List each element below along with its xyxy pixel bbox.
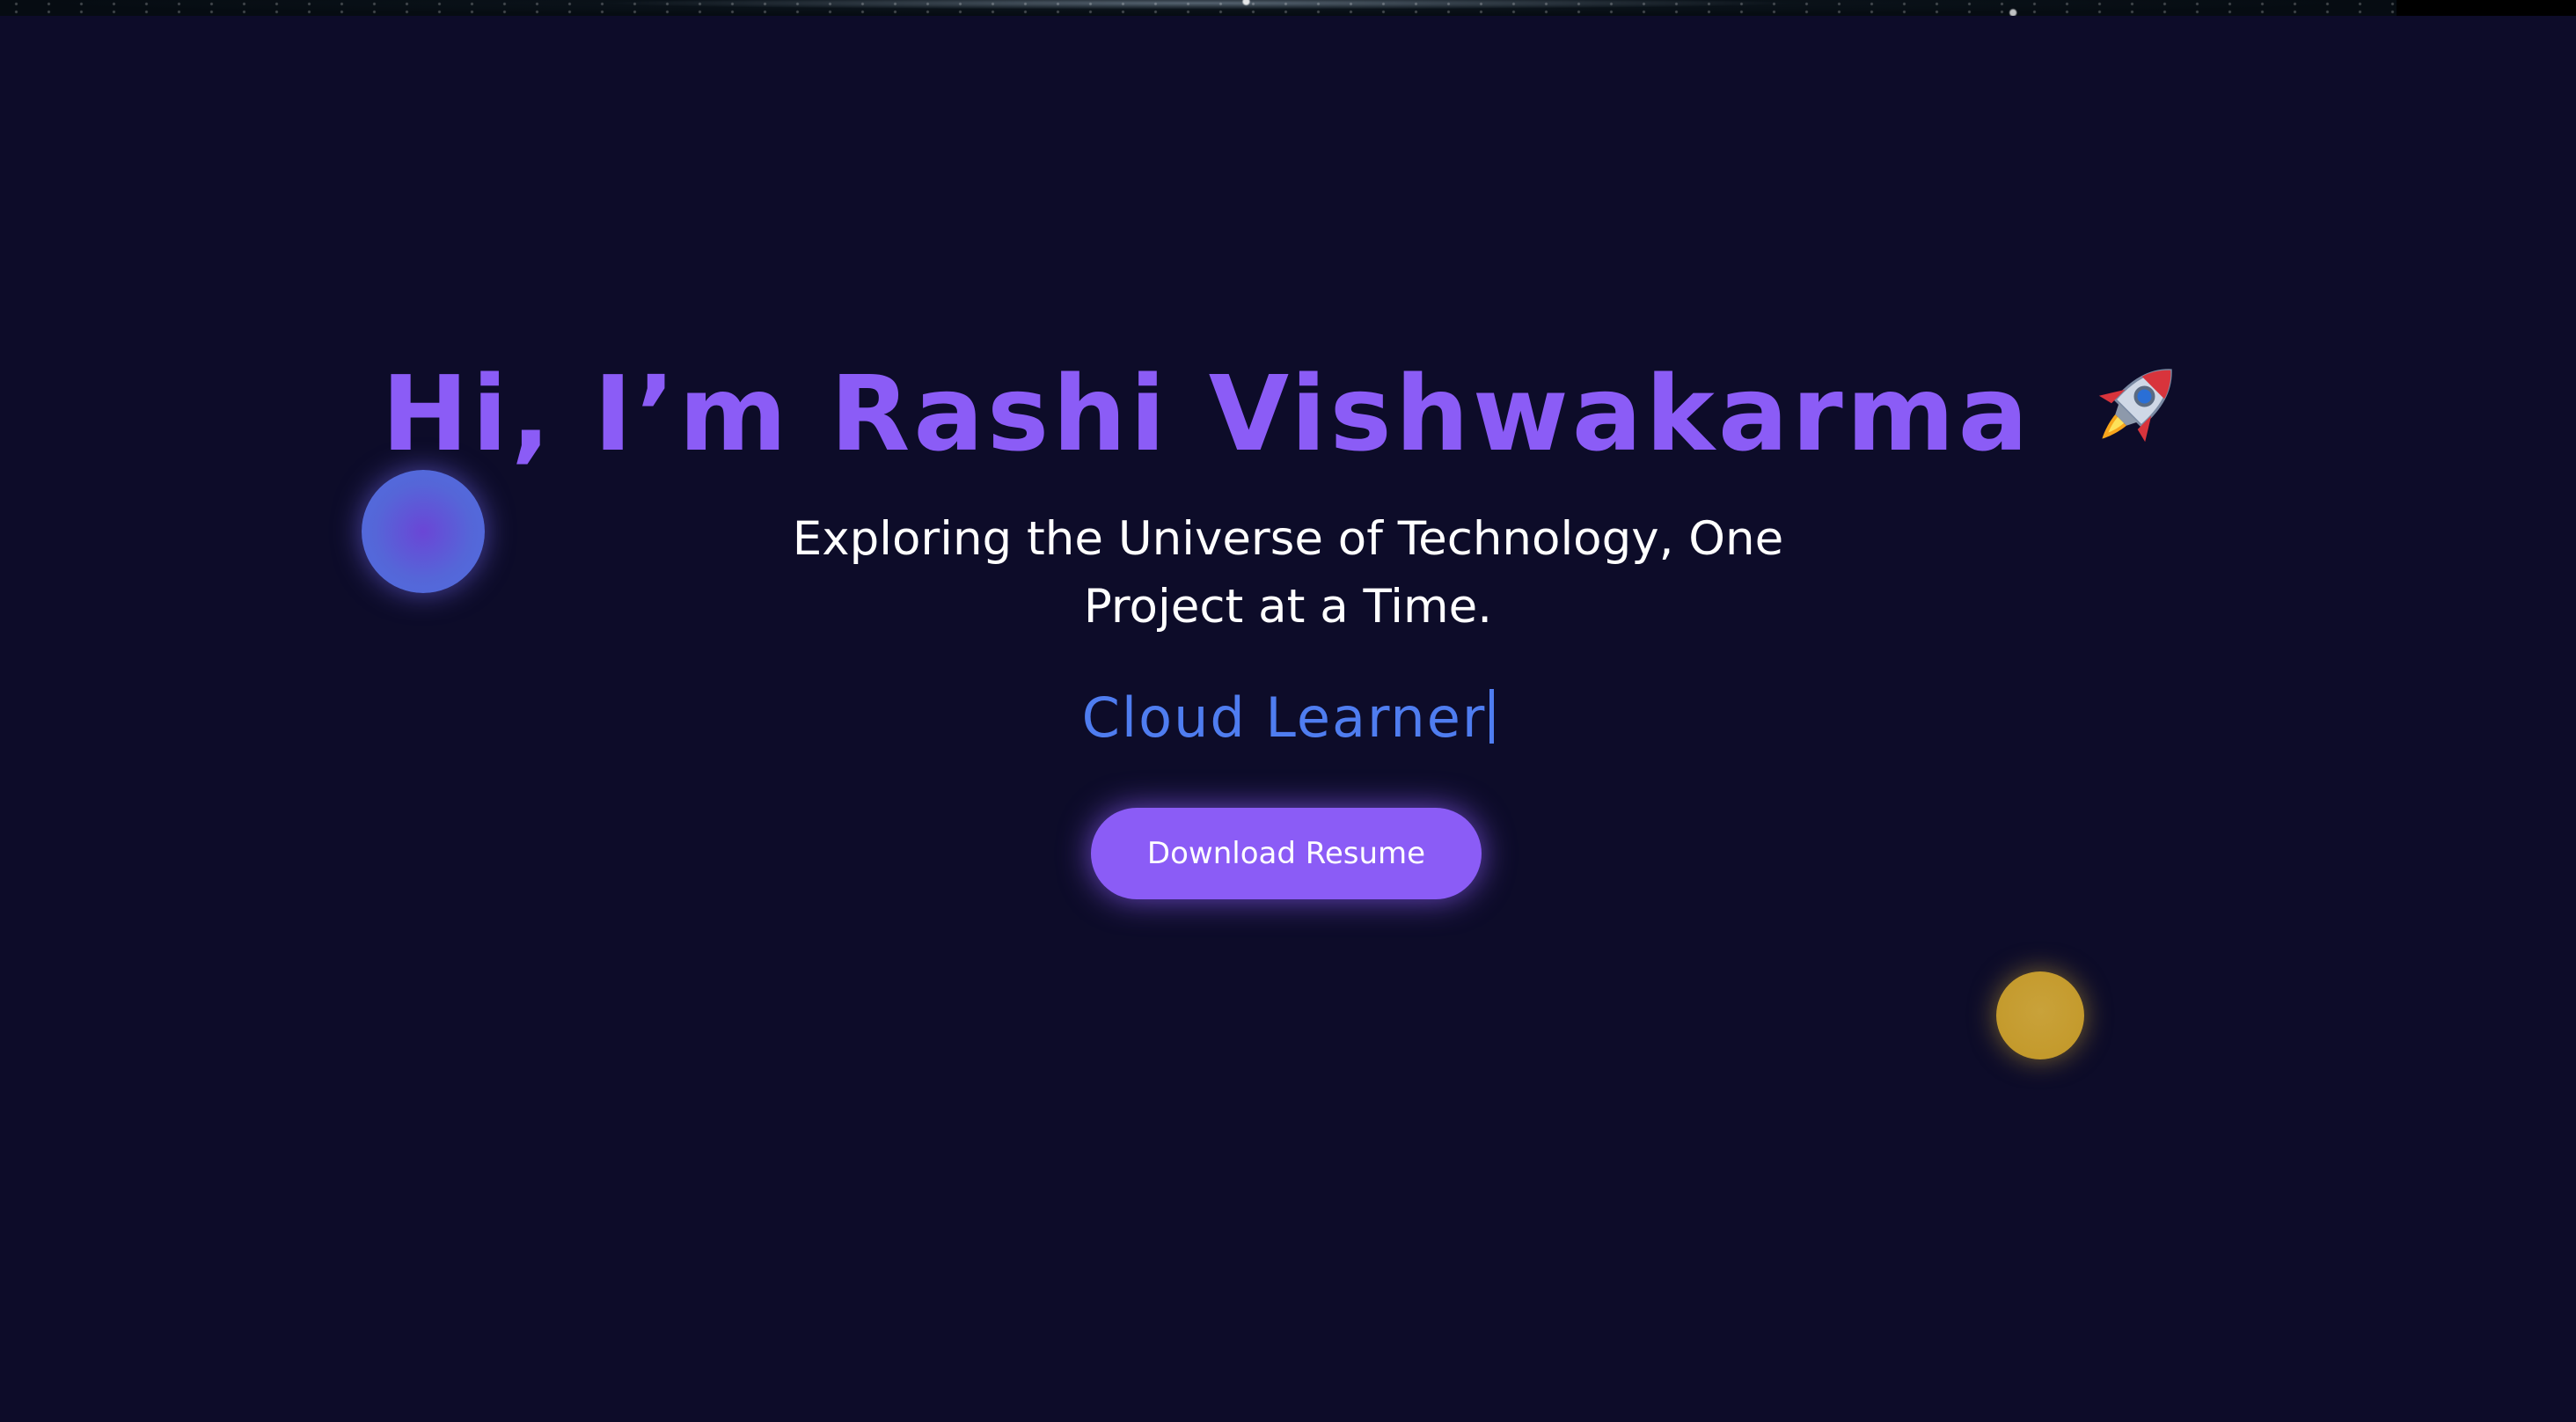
hero-title-text: Hi, I’m Rashi Vishwakarma xyxy=(381,353,2032,474)
download-resume-button[interactable]: Download Resume xyxy=(1091,808,1482,899)
typed-role-text: Cloud Learner xyxy=(1081,685,1487,750)
hero-title: Hi, I’m Rashi Vishwakarma xyxy=(0,343,2576,484)
typing-cursor xyxy=(1489,689,1495,744)
hero-subtitle: Exploring the Universe of Technology, On… xyxy=(792,512,1784,634)
typed-role-line: Cloud Learner xyxy=(0,683,2576,753)
hero-section: Hi, I’m Rashi Vishwakarma Exploring the … xyxy=(0,0,2576,1422)
rocket-icon xyxy=(2099,369,2173,443)
gold-planet-decoration xyxy=(1996,971,2084,1059)
blue-planet-decoration xyxy=(362,470,485,593)
